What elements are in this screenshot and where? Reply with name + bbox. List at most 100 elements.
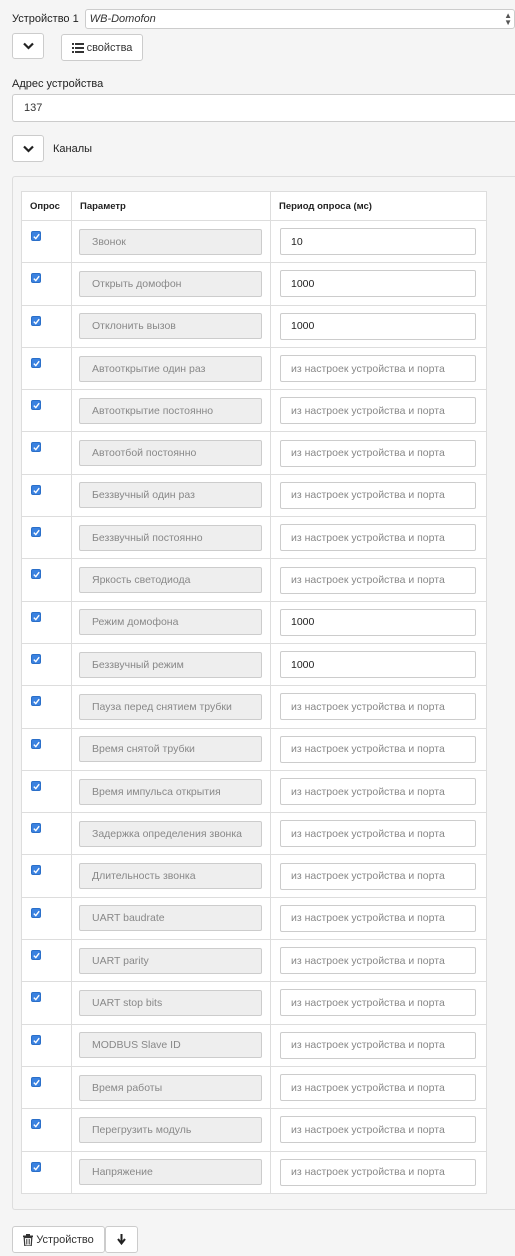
- poll-period-input[interactable]: из настроек устройства и порта: [280, 524, 476, 552]
- header-poll: Опрос: [21, 191, 72, 221]
- poll-cell: [21, 727, 72, 771]
- header-param: Параметр: [71, 191, 271, 221]
- period-cell: 1000: [270, 304, 487, 348]
- poll-period-input[interactable]: 1000: [280, 608, 476, 636]
- poll-checkbox[interactable]: [31, 780, 41, 791]
- poll-checkbox[interactable]: [31, 907, 41, 918]
- poll-checkbox[interactable]: [31, 1034, 41, 1045]
- poll-period-input[interactable]: 1000: [280, 312, 476, 340]
- poll-checkbox[interactable]: [31, 696, 41, 707]
- poll-checkbox[interactable]: [31, 231, 41, 241]
- chevron-down-icon: [22, 145, 34, 153]
- poll-cell: [21, 854, 72, 898]
- poll-period-input[interactable]: из настроек устройства и порта: [280, 862, 476, 890]
- check-icon: [33, 910, 40, 917]
- poll-checkbox[interactable]: [31, 400, 41, 411]
- device-type-select[interactable]: WB-Domofon ▲ ▼: [84, 9, 515, 29]
- param-cell: Беззвучный постоянно: [71, 516, 271, 560]
- poll-checkbox[interactable]: [31, 865, 41, 876]
- param-cell: Автооткрытие один раз: [71, 346, 271, 391]
- table-row: Длительность звонка из настроек устройств…: [21, 854, 487, 898]
- param-cell: Длительность звонка: [71, 854, 271, 898]
- table-row: Беззвучный постоянно из настроек устройст…: [21, 516, 487, 560]
- poll-checkbox[interactable]: [31, 484, 41, 495]
- poll-checkbox[interactable]: [31, 611, 41, 622]
- poll-checkbox[interactable]: [31, 738, 41, 749]
- poll-cell: [21, 558, 72, 602]
- param-cell: Время работы: [71, 1065, 271, 1110]
- poll-period-input[interactable]: из настроек устройства и порта: [280, 439, 476, 467]
- poll-period-input[interactable]: из настроек устройства и порта: [280, 947, 476, 975]
- table-row: Отклонить вызов 1000: [21, 304, 487, 348]
- check-icon: [33, 614, 40, 621]
- check-icon: [33, 318, 40, 325]
- poll-period-input[interactable]: из настроек устройства и порта: [280, 1158, 476, 1186]
- param-cell: Звонок: [71, 219, 271, 264]
- channels-box: Опрос Параметр Период опроса (мс) Звонок…: [12, 176, 515, 1210]
- poll-period-input[interactable]: из настроек устройства и порта: [280, 1031, 476, 1059]
- table-row: Звонок 10: [21, 219, 487, 264]
- poll-period-input[interactable]: из настроек устройства и порта: [280, 820, 476, 848]
- param-name-field: Звонок: [79, 228, 262, 255]
- poll-period-input[interactable]: из настроек устройства и порта: [280, 1074, 476, 1102]
- table-row: Беззвучный один раз из настроек устройств…: [21, 473, 487, 518]
- poll-checkbox[interactable]: [31, 950, 41, 961]
- param-cell: Перегрузить модуль: [71, 1108, 271, 1152]
- param-cell: Беззвучный один раз: [71, 473, 271, 518]
- channels-label: Каналы: [53, 143, 93, 155]
- device-type-value: WB-Domofon: [89, 13, 156, 25]
- check-icon: [33, 952, 40, 959]
- address-input[interactable]: 137: [12, 94, 515, 122]
- table-header-row: Опрос Параметр Период опроса (мс): [21, 191, 487, 221]
- properties-button[interactable]: свойства: [61, 34, 143, 61]
- table-row: Режим домофона 1000: [21, 600, 487, 644]
- table-row: Автоотбой постоянно из настроек устройств…: [21, 431, 487, 475]
- check-icon: [33, 1122, 40, 1128]
- check-icon: [33, 233, 40, 240]
- poll-cell: [21, 262, 72, 306]
- param-cell: MODBUS Slave ID: [71, 1023, 271, 1067]
- poll-checkbox[interactable]: [31, 1119, 41, 1130]
- move-down-button[interactable]: [105, 1226, 138, 1253]
- check-icon: [33, 741, 40, 748]
- poll-period-input[interactable]: из настроек устройства и порта: [280, 778, 476, 805]
- collapse-device-button[interactable]: [12, 33, 44, 59]
- check-icon: [33, 868, 40, 875]
- table-row: Напряжение из настроек устройства и порта: [21, 1150, 487, 1194]
- param-cell: Режим домофона: [71, 600, 271, 644]
- poll-checkbox[interactable]: [31, 653, 41, 664]
- poll-period-input[interactable]: из настроек устройства и порта: [280, 989, 476, 1017]
- delete-device-button[interactable]: Устройство: [12, 1226, 105, 1253]
- table-row: Перегрузить модуль из настроек устройства…: [21, 1108, 487, 1152]
- poll-period-input[interactable]: 1000: [280, 651, 476, 679]
- poll-checkbox[interactable]: [31, 569, 41, 580]
- poll-period-input[interactable]: из настроек устройства и порта: [280, 1116, 476, 1144]
- poll-checkbox[interactable]: [31, 315, 41, 326]
- poll-period-input[interactable]: 1000: [280, 270, 476, 298]
- poll-period-input[interactable]: из настроек устройства и порта: [280, 566, 476, 594]
- poll-checkbox[interactable]: [31, 273, 41, 284]
- poll-checkbox[interactable]: [31, 823, 41, 834]
- poll-period-input[interactable]: 10: [280, 228, 476, 256]
- poll-checkbox[interactable]: [31, 527, 41, 538]
- poll-checkbox[interactable]: [31, 442, 41, 453]
- poll-period-input[interactable]: из настроек устройства и порта: [280, 397, 476, 425]
- poll-cell: [21, 1023, 72, 1067]
- param-name-field: Режим домофона: [79, 609, 262, 636]
- collapse-channels-button[interactable]: [12, 135, 44, 162]
- check-icon: [33, 783, 40, 790]
- poll-period-input[interactable]: из настроек устройства и порта: [280, 481, 476, 509]
- poll-period-input[interactable]: из настроек устройства и порта: [280, 355, 476, 383]
- poll-checkbox[interactable]: [31, 992, 41, 1003]
- poll-cell: [21, 1065, 72, 1110]
- poll-period-input[interactable]: из настроек устройства и порта: [280, 904, 476, 932]
- poll-checkbox[interactable]: [31, 1076, 41, 1087]
- period-cell: из настроек устройства и порта: [270, 1150, 487, 1194]
- poll-period-input[interactable]: из настроек устройства и порта: [280, 693, 476, 721]
- poll-checkbox[interactable]: [31, 357, 41, 368]
- poll-period-input[interactable]: из настроек устройства и порта: [280, 735, 476, 763]
- check-icon: [33, 825, 40, 832]
- device-row: Устройство 1 WB-Domofon ▲ ▼: [12, 9, 515, 29]
- period-cell: из настроек устройства и порта: [270, 981, 487, 1025]
- poll-checkbox[interactable]: [31, 1161, 41, 1172]
